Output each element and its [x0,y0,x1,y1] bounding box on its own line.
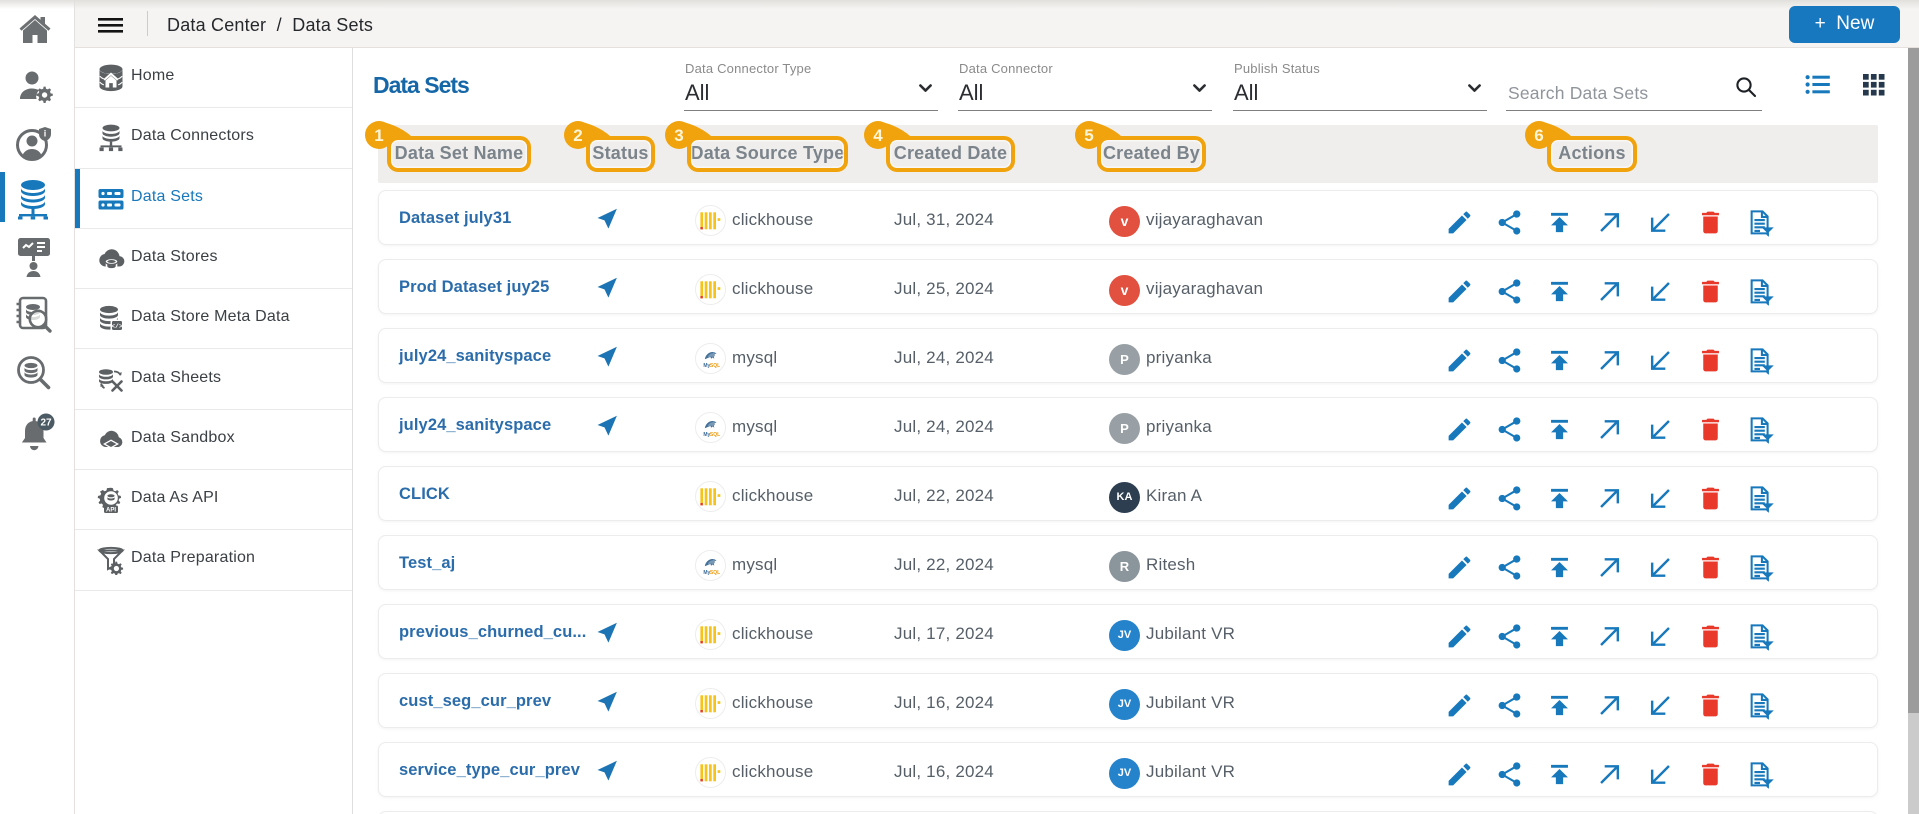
svg-text:API: API [106,507,116,513]
svg-text:i: i [44,129,47,139]
svg-text:SQL: SQL [710,570,720,576]
svg-text:4: 4 [873,126,883,145]
svg-text:6: 6 [1534,126,1543,145]
svg-text:</>: </> [111,323,123,330]
svg-text:SQL: SQL [710,363,720,369]
svg-text:1: 1 [374,126,383,145]
svg-text:5: 5 [1084,126,1093,145]
svg-text:SQL: SQL [710,432,720,438]
svg-text:2: 2 [573,126,582,145]
svg-text:3: 3 [674,126,683,145]
svg-text:27: 27 [40,418,52,429]
